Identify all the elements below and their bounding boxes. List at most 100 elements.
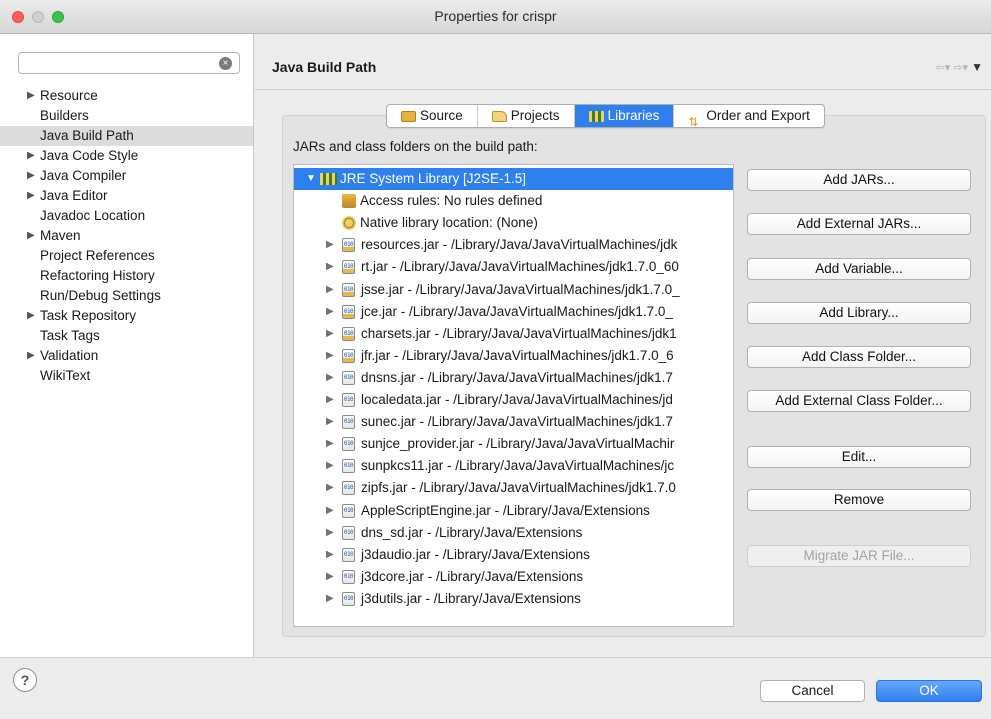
expand-triangle-icon[interactable]: ▶ (27, 346, 35, 366)
jar-row[interactable]: ▶ 010 AppleScriptEngine.jar - /Library/Jav… (294, 500, 733, 522)
source-folder-icon (401, 110, 416, 122)
sidebar-item-javadoc-location[interactable]: Javadoc Location (0, 206, 253, 226)
sidebar-item-builders[interactable]: Builders (0, 106, 253, 126)
remove-button[interactable]: Remove (747, 489, 971, 511)
order-export-icon: ⇅ (688, 114, 699, 128)
jar-file-icon: 010 (342, 393, 355, 407)
jar-row[interactable]: ▶ 010 sunpkcs11.jar - /Library/Java/JavaVi… (294, 455, 733, 477)
expand-triangle-icon[interactable]: ▶ (326, 433, 334, 455)
sidebar-item-task-tags[interactable]: Task Tags (0, 326, 253, 346)
tab-source[interactable]: Source (387, 105, 478, 127)
tree-item-label: Access rules: No rules defined (360, 193, 543, 209)
expand-triangle-icon[interactable]: ▶ (27, 86, 35, 106)
jar-row[interactable]: ▶ 010 dnsns.jar - /Library/Java/JavaVirtua… (294, 367, 733, 389)
library-attribute-row[interactable]: Access rules: No rules defined (294, 190, 733, 212)
tab-order-and-export[interactable]: ⇅ Order and Export (674, 105, 824, 127)
jar-row[interactable]: ▶ 010 j3dcore.jar - /Library/Java/Extensio… (294, 566, 733, 588)
library-attribute-row[interactable]: Native library location: (None) (294, 212, 733, 234)
jar-row[interactable]: ▶ 010 zipfs.jar - /Library/Java/JavaVirtua… (294, 477, 733, 499)
sidebar-item-label: Task Tags (40, 328, 100, 343)
tree-item-label: AppleScriptEngine.jar - /Library/Java/Ex… (361, 502, 650, 518)
expand-triangle-icon[interactable]: ▶ (326, 256, 334, 278)
expand-triangle-icon[interactable]: ▶ (27, 186, 35, 206)
add-class-folder-button[interactable]: Add Class Folder... (747, 346, 971, 368)
sidebar-item-java-compiler[interactable]: ▶ Java Compiler (0, 166, 253, 186)
add-variable-button[interactable]: Add Variable... (747, 258, 971, 280)
jar-row[interactable]: ▶ 010 jsse.jar - /Library/Java/JavaVirtual… (294, 279, 733, 301)
tree-item-label: localedata.jar - /Library/Java/JavaVirtu… (361, 392, 673, 407)
sidebar-item-java-editor[interactable]: ▶ Java Editor (0, 186, 253, 206)
tree-item-label: JRE System Library [J2SE-1.5] (340, 171, 527, 186)
expand-triangle-icon[interactable]: ▶ (326, 544, 334, 566)
help-icon[interactable]: ? (13, 668, 37, 692)
view-menu-chevron-icon[interactable]: ▼ (971, 60, 983, 74)
sidebar-item-validation[interactable]: ▶ Validation (0, 346, 253, 366)
jar-row[interactable]: ▶ 010 sunec.jar - /Library/Java/JavaVirtua… (294, 411, 733, 433)
sidebar-item-task-repository[interactable]: ▶ Task Repository (0, 306, 253, 326)
jar-row[interactable]: ▶ 010 sunjce_provider.jar - /Library/Java/… (294, 433, 733, 455)
expand-triangle-icon[interactable]: ▶ (326, 411, 334, 433)
sidebar-item-java-code-style[interactable]: ▶ Java Code Style (0, 146, 253, 166)
sidebar-item-label: Refactoring History (40, 268, 155, 283)
expand-triangle-icon[interactable]: ▶ (326, 477, 334, 499)
jar-row[interactable]: ▶ 010 rt.jar - /Library/Java/JavaVirtualMa… (294, 256, 733, 278)
add-jars-button[interactable]: Add JARs... (747, 169, 971, 191)
tree-item-label: sunec.jar - /Library/Java/JavaVirtualMac… (361, 414, 673, 430)
libraries-icon (588, 110, 604, 122)
jar-row[interactable]: ▶ 010 jfr.jar - /Library/Java/JavaVirtualM… (294, 345, 733, 367)
jar-row[interactable]: ▶ 010 resources.jar - /Library/Java/JavaVi… (294, 234, 733, 256)
expand-triangle-icon[interactable]: ▶ (326, 500, 334, 522)
add-external-class-folder-button[interactable]: Add External Class Folder... (747, 390, 971, 412)
add-library-button[interactable]: Add Library... (747, 302, 971, 324)
tree-item-label: rt.jar - /Library/Java/JavaVirtualMachin… (361, 259, 679, 275)
expand-triangle-icon[interactable]: ▶ (326, 522, 334, 544)
expand-triangle-icon[interactable]: ▶ (326, 279, 334, 301)
jar-row[interactable]: ▶ 010 jce.jar - /Library/Java/JavaVirtualM… (294, 301, 733, 323)
back-arrow-icon[interactable]: ⇦▾ (935, 62, 950, 74)
sidebar-tree: ▶ Resource Builders Java Build Path ▶ Java Co… (0, 86, 253, 386)
cancel-button[interactable]: Cancel (760, 680, 865, 702)
sidebar-item-label: Java Compiler (40, 168, 127, 183)
forward-arrow-icon[interactable]: ⇨▾ (953, 62, 968, 74)
sidebar-item-wikitext[interactable]: WikiText (0, 366, 253, 386)
jar-row[interactable]: ▶ 010 charsets.jar - /Library/Java/JavaVir… (294, 323, 733, 345)
sidebar-item-run-debug-settings[interactable]: Run/Debug Settings (0, 286, 253, 306)
collapse-triangle-icon[interactable]: ▼ (306, 168, 316, 190)
add-external-jars-button[interactable]: Add External JARs... (747, 213, 971, 235)
tab-libraries[interactable]: Libraries (574, 105, 675, 127)
jar-row[interactable]: ▶ 010 dns_sd.jar - /Library/Java/Extension… (294, 522, 733, 544)
sidebar-item-resource[interactable]: ▶ Resource (0, 86, 253, 106)
sidebar-item-label: Validation (40, 348, 99, 363)
expand-triangle-icon[interactable]: ▶ (27, 146, 35, 166)
jar-row[interactable]: ▶ 010 j3daudio.jar - /Library/Java/Extensi… (294, 544, 733, 566)
expand-triangle-icon[interactable]: ▶ (326, 389, 334, 411)
expand-triangle-icon[interactable]: ▶ (326, 345, 334, 367)
jar-row[interactable]: ▶ 010 localedata.jar - /Library/Java/JavaV… (294, 389, 733, 411)
ok-button[interactable]: OK (876, 680, 982, 702)
filter-input[interactable] (18, 52, 240, 74)
tree-item-label: dnsns.jar - /Library/Java/JavaVirtualMac… (361, 369, 673, 385)
jar-row[interactable]: ▶ 010 j3dutils.jar - /Library/Java/Extensi… (294, 588, 733, 610)
expand-triangle-icon[interactable]: ▶ (326, 566, 334, 588)
expand-triangle-icon[interactable]: ▶ (326, 301, 334, 323)
sidebar-item-maven[interactable]: ▶ Maven (0, 226, 253, 246)
expand-triangle-icon[interactable]: ▶ (326, 234, 334, 256)
sidebar-item-label: Maven (40, 228, 81, 243)
sidebar-item-java-build-path[interactable]: Java Build Path (0, 126, 253, 146)
tab-projects[interactable]: Projects (478, 105, 575, 127)
expand-triangle-icon[interactable]: ▶ (326, 455, 334, 477)
expand-triangle-icon[interactable]: ▶ (27, 306, 35, 326)
edit-button[interactable]: Edit... (747, 446, 971, 468)
expand-triangle-icon[interactable]: ▶ (326, 588, 334, 610)
expand-triangle-icon[interactable]: ▶ (326, 367, 334, 389)
sidebar-item-project-references[interactable]: Project References (0, 246, 253, 266)
clear-filter-icon[interactable]: × (219, 57, 232, 70)
expand-triangle-icon[interactable]: ▶ (27, 226, 35, 246)
build-path-tree[interactable]: ▼ JRE System Library [J2SE-1.5] Access rul… (293, 164, 734, 627)
jar-file-icon: 010 (342, 282, 355, 297)
expand-triangle-icon[interactable]: ▶ (326, 323, 334, 345)
jre-library-row[interactable]: ▼ JRE System Library [J2SE-1.5] (294, 168, 733, 190)
library-icon (320, 173, 337, 185)
expand-triangle-icon[interactable]: ▶ (27, 166, 35, 186)
sidebar-item-refactoring-history[interactable]: Refactoring History (0, 266, 253, 286)
